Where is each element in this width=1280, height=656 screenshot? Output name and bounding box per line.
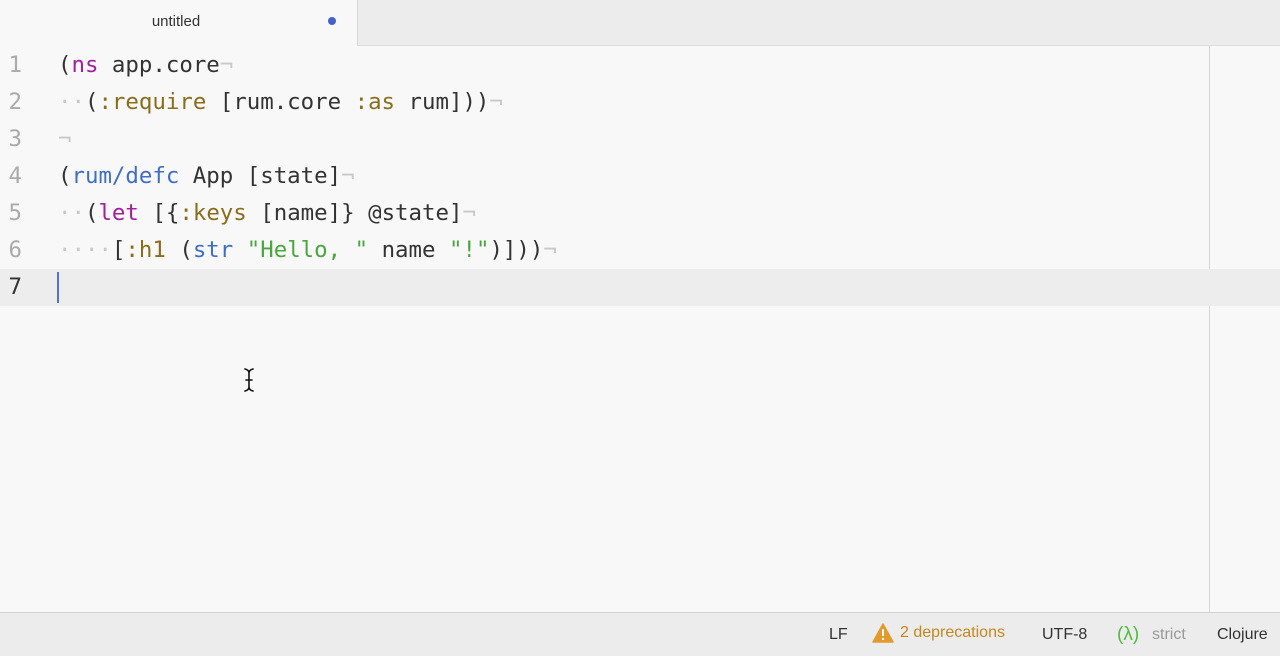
- tab-bar: untitled: [0, 0, 1280, 46]
- parinfer-mode-indicator[interactable]: strict: [1152, 626, 1186, 644]
- code-text: (ns app.core¬: [58, 47, 233, 84]
- editor-line[interactable]: 3 ¬: [0, 121, 1280, 158]
- editor-line[interactable]: 1 (ns app.core¬: [0, 47, 1280, 84]
- code-token: :keys: [179, 200, 247, 226]
- code-token: "!": [448, 237, 490, 263]
- line-number: 3: [8, 126, 22, 152]
- invisible-char: ¬: [341, 163, 355, 189]
- code-token: (: [84, 89, 99, 115]
- line-number: 2: [8, 89, 22, 115]
- code-token: (: [165, 237, 193, 263]
- text-cursor-icon: [244, 368, 254, 392]
- code-token: [: [111, 237, 126, 263]
- code-token: rum/defc: [71, 163, 180, 189]
- editor-line-cursor[interactable]: 7: [0, 269, 1280, 306]
- line-number: 5: [8, 200, 22, 226]
- editor-line[interactable]: 6 ····[:h1 (str "Hello, " name "!")]))¬: [0, 232, 1280, 269]
- warning-icon: [872, 623, 894, 643]
- tab-untitled[interactable]: untitled: [0, 0, 358, 46]
- invisible-char: ····: [58, 237, 112, 263]
- text-caret: [57, 272, 59, 303]
- invisible-char: ¬: [543, 237, 557, 263]
- editor-line[interactable]: 4 (rum/defc App [state]¬: [0, 158, 1280, 195]
- code-token: (: [58, 163, 72, 189]
- line-number: 6: [8, 237, 22, 263]
- editor-line[interactable]: 2 ··(:require [rum.core :as rum]))¬: [0, 84, 1280, 121]
- editor-line[interactable]: 5 ··(let [{:keys [name]} @state]¬: [0, 195, 1280, 232]
- code-token: [{: [138, 200, 180, 226]
- deprecations-indicator[interactable]: 2 deprecations: [872, 623, 1005, 643]
- invisible-char: ¬: [462, 200, 476, 226]
- invisible-char: ··: [58, 89, 85, 115]
- code-text: (rum/defc App [state]¬: [58, 158, 355, 195]
- line-ending-indicator[interactable]: LF: [829, 626, 848, 644]
- code-token: [rum.core: [206, 89, 355, 115]
- encoding-indicator[interactable]: UTF-8: [1042, 626, 1087, 644]
- invisible-char: ¬: [219, 52, 234, 78]
- code-token: "Hello, ": [246, 237, 369, 263]
- code-token: str: [192, 237, 234, 263]
- grammar-selector[interactable]: Clojure: [1217, 626, 1268, 644]
- modified-indicator-icon[interactable]: [328, 17, 336, 25]
- invisible-char: ¬: [489, 89, 503, 115]
- code-text: ····[:h1 (str "Hello, " name "!")]))¬: [58, 232, 557, 269]
- code-text: ··(:require [rum.core :as rum]))¬: [58, 84, 503, 121]
- code-token: let: [98, 200, 139, 226]
- lambda-indicator[interactable]: (λ): [1117, 624, 1139, 646]
- code-token: App [state]: [179, 163, 342, 189]
- invisible-char: ··: [58, 200, 85, 226]
- code-token: rum])): [395, 89, 490, 115]
- code-token: [name]} @state]: [246, 200, 463, 226]
- code-text: ··(let [{:keys [name]} @state]¬: [58, 195, 476, 232]
- code-text: ¬: [58, 121, 71, 158]
- line-number: 1: [8, 52, 22, 78]
- code-token: :h1: [125, 237, 166, 263]
- code-token: :as: [354, 89, 396, 115]
- code-token: )])): [489, 237, 544, 263]
- code-editor[interactable]: 1 (ns app.core¬ 2 ··(:require [rum.core :as…: [0, 46, 1280, 612]
- code-token: name: [368, 237, 449, 263]
- tab-title: untitled: [151, 13, 201, 30]
- code-token: (: [58, 52, 72, 78]
- status-bar: LF 2 deprecations UTF-8 (λ) strict Cloju…: [0, 612, 1280, 656]
- invisible-char: ¬: [58, 126, 72, 152]
- line-number: 7: [8, 274, 22, 300]
- code-token: app.core: [98, 52, 220, 78]
- deprecations-label: 2 deprecations: [900, 624, 1005, 641]
- line-number: 4: [8, 163, 22, 189]
- code-token: :require: [98, 89, 207, 115]
- code-token: ns: [71, 52, 99, 78]
- code-token: (: [84, 200, 99, 226]
- editor-window: untitled 1 (ns app.core¬ 2 ··(:require [rum…: [0, 0, 1280, 656]
